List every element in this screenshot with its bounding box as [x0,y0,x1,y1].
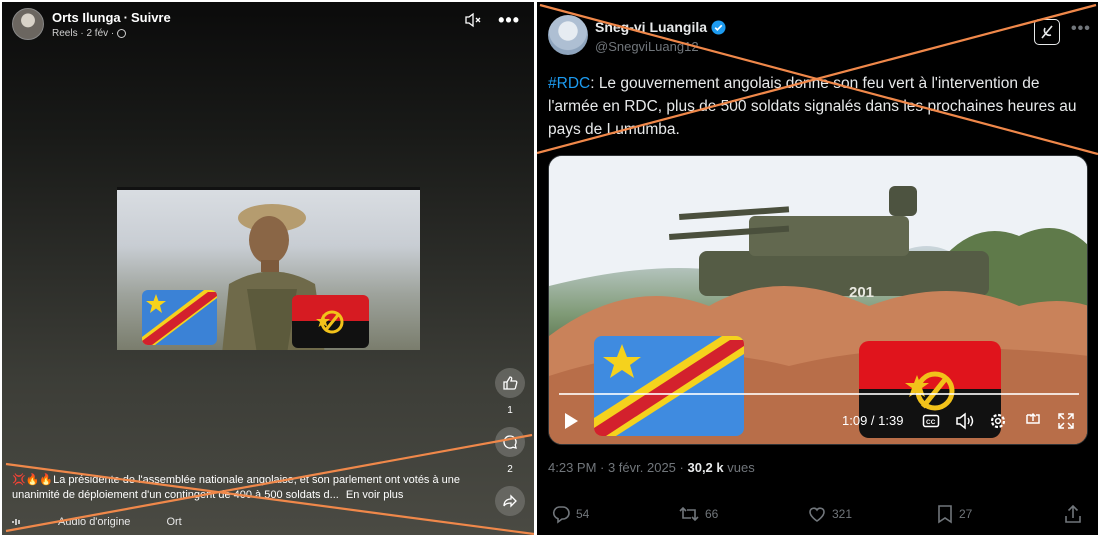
globe-icon [117,28,127,38]
verified-icon [711,19,726,35]
handle[interactable]: @SnegviLuang12 [595,39,699,54]
follow-button[interactable]: Suivre [131,10,171,25]
bookmark-icon [938,505,952,524]
like-count: 321 [832,507,853,521]
reel-author-meta: Orts Ilunga · Suivre Reels · 2 fév · [52,10,171,39]
author-name[interactable]: Orts Ilunga [52,10,121,25]
repost-icon [679,506,699,522]
comment-icon [503,435,517,449]
drc-flag-image [142,290,217,345]
pip-icon[interactable] [1024,412,1042,430]
like-count: 1 [507,405,513,416]
comparison-screenshot: Orts Ilunga · Suivre Reels · 2 fév · ••• [0,0,1100,537]
reel-header: Orts Ilunga · Suivre Reels · 2 fév · [12,8,171,40]
share-button[interactable] [1064,504,1082,524]
x-post-panel: Sneg-vi Luangila @SnegviLuang12 ••• #RDC… [537,2,1098,535]
author-line: Orts Ilunga · Suivre [52,10,171,25]
grok-glyph-icon [1041,25,1053,39]
captions-icon[interactable]: CC [922,412,940,430]
reel-video-frame[interactable] [117,187,420,350]
tank-number: 201 [849,284,874,301]
avatar[interactable] [12,8,44,40]
hashtag-link[interactable]: #RDC [548,75,590,92]
post-meta: 4:23 PM · 3 févr. 2025 · 30,2 k vues [548,460,755,475]
bookmark-button[interactable]: 27 [936,504,972,524]
repost-button[interactable]: 66 [678,504,718,524]
views-label: vues [727,460,755,475]
audio-label[interactable]: Audio d'origine [58,516,130,528]
reel-action-bar: 1 2 [494,368,526,516]
display-name[interactable]: Sneg-vi Luangila [595,19,707,35]
reply-button[interactable]: 54 [551,504,589,524]
facebook-reel-panel: Orts Ilunga · Suivre Reels · 2 fév · ••• [2,2,534,535]
reply-icon [552,506,570,524]
comment-button[interactable] [495,427,525,457]
video-progress-bar[interactable] [559,393,1079,395]
comment-count: 2 [507,464,513,475]
post-action-bar: 54 66 321 27 [548,504,1088,528]
post-video[interactable]: 201 1:09 / 1:39 CC [548,155,1088,445]
view-count: 30,2 k [687,460,724,475]
avatar[interactable] [548,15,588,55]
video-time: 1:09 / 1:39 [842,413,904,428]
share-icon [1065,504,1081,523]
repost-count: 66 [705,507,719,521]
more-icon[interactable]: ••• [498,11,520,29]
volume-icon[interactable] [955,412,975,430]
fullscreen-icon[interactable] [1057,412,1075,430]
reel-subline: Reels · 2 fév · [52,28,171,39]
post-timestamp[interactable]: 4:23 PM · 3 févr. 2025 · [548,460,684,475]
like-icon [809,507,825,522]
more-icon[interactable]: ••• [1071,21,1091,37]
play-icon[interactable] [563,412,579,430]
post-body: : Le gouvernement angolais donne son feu… [548,75,1077,138]
angola-flag-image [292,295,369,348]
audio-author[interactable]: Ort [166,516,181,528]
reel-caption: 💢🔥🔥La présidente de l'assemblée national… [12,473,482,503]
svg-text:CC: CC [926,419,936,426]
post-text: #RDC: Le gouvernement angolais donne son… [548,72,1088,141]
settings-icon[interactable] [989,412,1007,430]
reel-audio-bar: Audio d'origine Ort [12,516,182,528]
video-controls: 1:09 / 1:39 CC [549,406,1087,436]
reel-date: Reels · 2 fév · [52,27,115,39]
like-button[interactable]: 321 [807,504,852,524]
share-button[interactable] [495,486,525,516]
share-icon [503,494,517,508]
like-icon [503,376,518,390]
audio-icon [12,519,20,525]
display-name-row: Sneg-vi Luangila [595,19,726,35]
reel-top-controls: ••• [464,11,520,29]
reply-count: 54 [576,507,590,521]
separator-dot: · [123,9,128,25]
see-more-link[interactable]: En voir plus [346,489,403,501]
grok-icon[interactable] [1034,19,1060,45]
bookmark-count: 27 [959,507,973,521]
mute-icon[interactable] [464,12,482,28]
like-button[interactable] [495,368,525,398]
